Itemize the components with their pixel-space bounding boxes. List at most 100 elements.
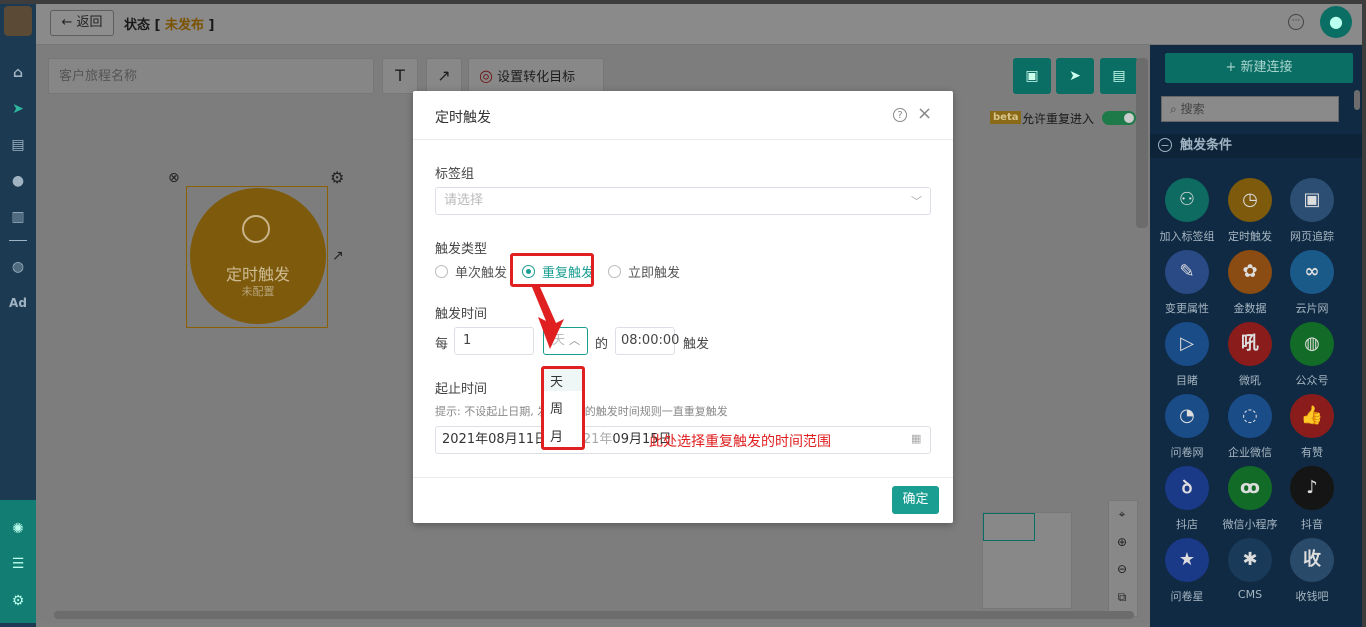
wecom-icon: ◌ [1228, 394, 1272, 438]
interval-input[interactable]: 1 [454, 327, 534, 355]
trigger-item[interactable]: ꝺ 抖店 [1156, 466, 1218, 538]
connect-arrow-icon[interactable]: ↗ [332, 248, 344, 264]
trigger-item-label: 问卷网 [1170, 446, 1204, 459]
home-icon[interactable]: ⌂ [0, 60, 36, 86]
play-icon: ▷ [1165, 322, 1209, 366]
confirm-button[interactable]: 确定 [892, 486, 939, 514]
user-icon[interactable]: ● [0, 168, 36, 194]
youzan-icon: 👍 [1290, 394, 1334, 438]
chevron-up-icon: ︿ [569, 334, 580, 347]
app-logo[interactable] [4, 6, 32, 36]
trigger-item-label: 问卷星 [1170, 590, 1204, 603]
journey-name-input[interactable]: 客户旅程名称 [48, 58, 374, 94]
wenjuan-icon: ◔ [1165, 394, 1209, 438]
trigger-item-label: 抖音 [1301, 518, 1323, 531]
trigger-item[interactable]: ꝏ 微信小程序 [1219, 466, 1281, 538]
chart-icon[interactable]: ▥ [0, 204, 36, 230]
dialog-title: 定时触发 [435, 110, 491, 126]
layout-icon[interactable]: ▤ [0, 132, 36, 158]
trigger-type-label: 触发类型 [435, 242, 488, 257]
trigger-item[interactable]: ∞ 云片网 [1281, 250, 1343, 322]
radio-single[interactable] [435, 265, 448, 278]
locate-icon[interactable]: ⌖ [1108, 507, 1136, 522]
help-icon[interactable]: ? [893, 108, 907, 122]
allow-repeat-label: 允许重复进入 [1022, 112, 1095, 126]
trigger-item[interactable]: ✱ CMS [1219, 538, 1281, 610]
fit-icon[interactable]: ⧉ [1108, 590, 1136, 605]
trigger-item[interactable]: ◷ 定时触发 [1219, 178, 1281, 250]
zoom-in-icon[interactable]: ⊕ [1108, 535, 1136, 549]
trigger-item[interactable]: ▷ 目睹 [1156, 322, 1218, 394]
beta-badge: beta [990, 111, 1022, 124]
search-placeholder: 搜索 [1180, 102, 1205, 116]
status-value: 未发布 [165, 18, 205, 33]
clock-icon [242, 215, 270, 243]
gear-icon[interactable]: ⚙ [0, 588, 36, 614]
trigger-item-label: 微信小程序 [1222, 518, 1278, 531]
shouqianba-icon: 收 [1290, 538, 1334, 582]
back-button[interactable]: ← 返回 [50, 10, 114, 36]
panel-scrollbar[interactable] [1354, 90, 1360, 110]
top-bar: ← 返回 状态 [ 未发布 ] ··· ● [36, 4, 1362, 45]
tag-group-select[interactable]: 请选择 [435, 187, 931, 215]
trigger-item-label: 网页追踪 [1290, 230, 1334, 243]
target-icon: ◎ [479, 66, 493, 85]
send-icon[interactable]: ➤ [0, 96, 36, 122]
chat-icon[interactable]: ··· [1288, 14, 1304, 30]
trigger-item[interactable]: ⚇ 加入标签组 [1156, 178, 1218, 250]
trigger-item-label: 收钱吧 [1295, 590, 1329, 603]
trigger-item[interactable]: ★ 问卷星 [1156, 538, 1218, 610]
trigger-item[interactable]: 👍 有赞 [1281, 394, 1343, 466]
highlight-unit-dropdown [541, 366, 585, 450]
yunpian-icon: ∞ [1290, 250, 1334, 294]
wechat-sidebar-icon[interactable]: ◍ [0, 254, 36, 280]
node-settings-icon[interactable]: ⚙ [330, 168, 344, 187]
section-header[interactable]: 触发条件 [1150, 134, 1362, 158]
publish-icon[interactable]: ➤ [1056, 58, 1094, 94]
status-label: 状态 [ 未发布 ] [124, 14, 214, 33]
search-icon: ⌕ [1170, 102, 1177, 116]
time-input[interactable]: 08:00:00 [615, 327, 679, 355]
network-icon[interactable]: ✺ [0, 516, 36, 542]
trigger-item[interactable]: ◌ 企业微信 [1219, 394, 1281, 466]
minimap-viewport[interactable] [983, 513, 1035, 541]
set-goal-button[interactable]: ◎ 设置转化目标 [468, 58, 604, 94]
star-icon: ★ [1165, 538, 1209, 582]
trigger-item-label: 有赞 [1301, 446, 1323, 459]
trigger-item[interactable]: ♪ 抖音 [1281, 466, 1343, 538]
close-icon[interactable]: × [917, 103, 932, 124]
text-tool-button[interactable]: T [382, 58, 418, 94]
radio-single-label[interactable]: 单次触发 [455, 262, 507, 281]
horizontal-scrollbar[interactable] [54, 611, 1134, 619]
template-icon[interactable]: ▤ [1100, 58, 1138, 94]
trigger-item[interactable]: ✎ 变更属性 [1156, 250, 1218, 322]
zoom-out-icon[interactable]: ⊖ [1108, 562, 1136, 576]
trigger-item-label: 金数据 [1233, 302, 1267, 315]
arrow-tool-button[interactable]: ↗ [426, 58, 462, 94]
radio-immediate-label[interactable]: 立即触发 [628, 262, 680, 281]
server-icon[interactable]: ☰ [0, 551, 36, 577]
trigger-item[interactable]: 吼微吼 [1219, 322, 1281, 394]
trigger-item[interactable]: ✿ 金数据 [1219, 250, 1281, 322]
trigger-item-label: 微吼 [1239, 374, 1261, 387]
trigger-item[interactable]: 收收钱吧 [1281, 538, 1343, 610]
allow-repeat-toggle[interactable] [1102, 111, 1136, 125]
trigger-suffix: 触发 [683, 337, 710, 352]
ad-icon[interactable]: Ad [0, 290, 36, 316]
save-icon[interactable]: ▣ [1013, 58, 1051, 94]
trigger-item[interactable]: ◍ 公众号 [1281, 322, 1343, 394]
trigger-item[interactable]: ▣ 网页追踪 [1281, 178, 1343, 250]
tag-group-label: 标签组 [435, 167, 475, 182]
node-subtitle: 未配置 [241, 285, 275, 298]
annotation-text: 此处选择重复触发的时间范围 [649, 434, 831, 450]
panel-search-input[interactable]: ⌕ 搜索 [1161, 96, 1339, 122]
new-connection-button[interactable]: + 新建连接 [1165, 53, 1353, 83]
avatar[interactable]: ● [1320, 6, 1352, 38]
radio-immediate[interactable] [608, 265, 621, 278]
collapse-icon[interactable]: − [1158, 138, 1172, 152]
vertical-scrollbar[interactable] [1136, 58, 1148, 228]
trigger-item[interactable]: ◔ 问卷网 [1156, 394, 1218, 466]
trigger-item-label: 加入标签组 [1159, 230, 1215, 243]
remove-node-icon[interactable]: ⊗ [168, 170, 180, 186]
timer-trigger-node[interactable] [190, 188, 326, 324]
